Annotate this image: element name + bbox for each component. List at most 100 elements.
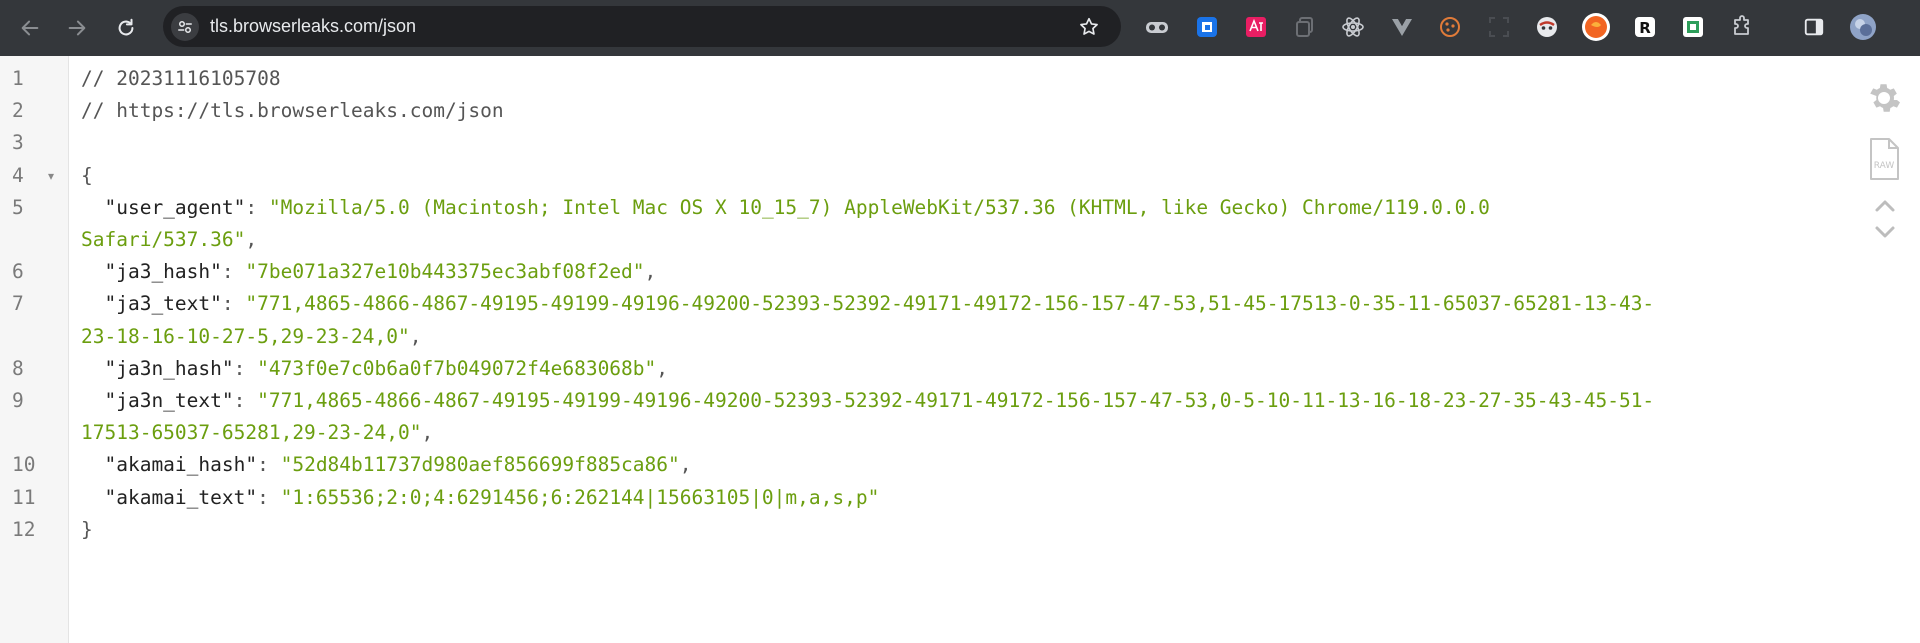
json-string-value: "473f0e7c0b6a0f7b049072f4e683068b" (257, 356, 657, 380)
code-content: 17513-65037-65281,29-23-24,0", (81, 417, 433, 449)
comma: , (409, 324, 422, 348)
code-content: "ja3n_text": "771,4865-4866-4867-49195-4… (81, 385, 1654, 417)
tune-icon (178, 21, 192, 33)
code-content: 23-18-16-10-27-5,29-23-24,0", (81, 321, 421, 353)
code-line: 6 "ja3_hash": "7be071a327e10b443375ec3ab… (0, 256, 1800, 288)
dark-reader-extension[interactable] (1532, 12, 1562, 42)
fold-toggle[interactable]: ▾ (48, 160, 54, 192)
site-info-button[interactable] (171, 13, 199, 41)
raw-view-icon: RAW (1870, 138, 1899, 180)
comma: , (644, 260, 657, 284)
code-content: "user_agent": "Mozilla/5.0 (Macintosh; I… (81, 192, 1489, 224)
star-icon (1080, 17, 1098, 35)
orange-extension[interactable] (1581, 12, 1611, 42)
code-content: "akamai_text": "1:65536;2:0;4:6291456;6:… (81, 482, 879, 514)
brace: { (81, 163, 93, 187)
line-number: 12 (12, 517, 36, 541)
code-content: Safari/537.36", (81, 224, 257, 256)
json-string-value: "52d84b11737d980aef856699f885ca86" (280, 453, 680, 477)
reload-icon (118, 18, 134, 36)
privacy-mask-extension[interactable] (1142, 12, 1172, 42)
code-line: 3 (0, 127, 1800, 159)
json-string-value: "7be071a327e10b443375ec3abf08f2ed" (245, 260, 645, 284)
colon: : (245, 195, 269, 219)
code-content: "ja3_text": "771,4865-4866-4867-49195-49… (81, 288, 1654, 320)
profile-button[interactable] (1848, 12, 1878, 42)
vue-devtools-icon (1392, 19, 1412, 36)
extension-icon (1246, 17, 1266, 37)
reload-button[interactable] (110, 12, 142, 44)
react-devtools-icon (1342, 17, 1364, 37)
translate-extension[interactable] (1192, 12, 1222, 42)
code-line: 2 // https://tls.browserleaks.com/json (0, 95, 1800, 127)
vue-devtools-extension[interactable] (1387, 12, 1417, 42)
green-extension[interactable] (1678, 12, 1708, 42)
colon: : (233, 389, 258, 412)
brace: } (81, 517, 93, 541)
cookie-icon (1440, 17, 1460, 37)
json-key: "akamai_text" (104, 485, 258, 509)
svg-text:R: R (1639, 19, 1651, 37)
forward-button[interactable] (61, 12, 93, 44)
code-line: 1 // 20231116105708 (0, 63, 1800, 95)
react-devtools-extension[interactable] (1338, 12, 1368, 42)
colon: : (233, 356, 258, 380)
puzzle-icon (1734, 15, 1749, 35)
code-content: "ja3n_hash": "473f0e7c0b6a0f7b049072f4e6… (81, 353, 668, 385)
line-number: 8 (12, 356, 24, 380)
json-string-value-continued: 23-18-16-10-27-5,29-23-24,0" (81, 324, 410, 348)
code-line: 11 "akamai_text": "1:65536;2:0;4:6291456… (0, 482, 1800, 514)
json-string-value: "771,4865-4866-4867-49195-49199-49196-49… (245, 292, 1655, 316)
r-extension[interactable]: R (1630, 12, 1660, 42)
line-number: 7 (12, 292, 24, 316)
expand-all-button[interactable] (1870, 222, 1900, 242)
json-string-value: "771,4865-4866-4867-49195-49199-49196-49… (257, 389, 1655, 412)
copy-extension[interactable] (1290, 12, 1320, 42)
colon: : (257, 485, 281, 509)
comment-text: // 20231116105708 (81, 67, 281, 90)
settings-button[interactable] (1864, 78, 1904, 118)
code-content: // 20231116105708 (81, 63, 281, 95)
forward-icon (68, 20, 86, 36)
expand-down-icon (1875, 226, 1895, 238)
code-line: 5 "user_agent": "Mozilla/5.0 (Macintosh;… (0, 192, 1800, 224)
code-line: 9 "ja3n_text": "771,4865-4866-4867-49195… (0, 385, 1800, 417)
comma: , (245, 228, 258, 251)
screenshot-icon (1489, 17, 1509, 37)
bookmark-button[interactable] (1074, 12, 1104, 42)
json-key: "ja3_text" (104, 292, 222, 316)
line-number: 11 (12, 485, 36, 509)
raw-view-button[interactable]: RAW (1866, 136, 1902, 182)
json-key: "ja3_hash" (104, 260, 222, 284)
cookie-extension[interactable] (1435, 12, 1465, 42)
line-number: 2 (12, 99, 24, 123)
collapse-up-icon (1875, 200, 1895, 212)
json-string-value-continued: 17513-65037-65281,29-23-24,0" (81, 421, 422, 445)
line-number: 3 (12, 131, 24, 155)
url-text[interactable]: tls.browserleaks.com/json (210, 14, 416, 38)
json-key: "ja3n_text" (104, 389, 234, 412)
colon: : (257, 453, 281, 477)
dark-reader-icon (1537, 17, 1557, 37)
collapse-all-button[interactable] (1870, 196, 1900, 216)
side-panel-button[interactable] (1799, 12, 1829, 42)
back-button[interactable] (14, 12, 46, 44)
pink-extension[interactable] (1241, 12, 1271, 42)
code-line: 7 "ja3_text": "771,4865-4866-4867-49195-… (0, 288, 1800, 320)
browser-toolbar: tls.browserleaks.com/json R (0, 0, 1920, 56)
code-content: "akamai_hash": "52d84b11737d980aef856699… (81, 449, 691, 481)
colon: : (221, 260, 246, 284)
profile-avatar (1850, 14, 1876, 40)
colon: : (221, 292, 246, 316)
green-extension-icon (1683, 17, 1703, 37)
code-content: { (81, 160, 93, 192)
line-number: 5 (12, 195, 24, 219)
json-string-value-continued: Safari/537.36" (81, 228, 246, 251)
comma: , (421, 421, 434, 445)
extensions-menu-button[interactable] (1727, 12, 1757, 42)
code-line-continuation: Safari/537.36", (0, 224, 1800, 256)
screenshot-extension[interactable] (1484, 12, 1514, 42)
comma: , (656, 356, 669, 380)
privacy-mask-icon (1146, 22, 1168, 33)
code-content: "ja3_hash": "7be071a327e10b443375ec3abf0… (81, 256, 656, 288)
